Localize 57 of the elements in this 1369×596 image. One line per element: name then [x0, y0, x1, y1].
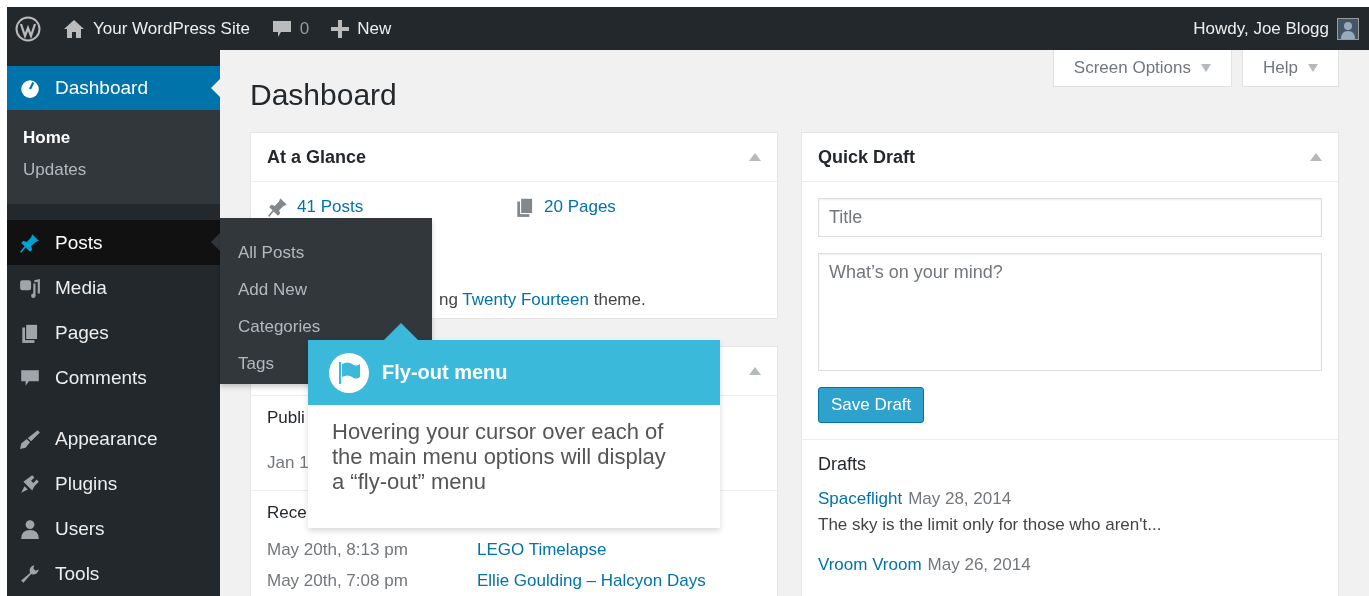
draft-date: May 28, 2014 — [908, 489, 1012, 509]
panel-title: Quick Draft — [818, 146, 916, 168]
post-link[interactable]: Ellie Goulding – Halcyon Days — [477, 571, 706, 591]
sidebar-item[interactable]: Tools — [7, 551, 220, 596]
collapse-arrow-icon[interactable] — [1310, 153, 1322, 161]
avatar-icon — [1337, 17, 1359, 40]
section-heading: Rece — [267, 503, 307, 523]
sidebar-item[interactable]: Plugins — [7, 461, 220, 506]
sidebar-item[interactable]: Users — [7, 506, 220, 551]
draft-date: May 26, 2014 — [927, 555, 1031, 575]
screen-options-button[interactable]: Screen Options — [1052, 50, 1233, 87]
sidebar-item[interactable]: Dashboard — [7, 66, 220, 110]
help-button[interactable]: Help — [1242, 50, 1339, 87]
title-input[interactable]: Title — [818, 198, 1322, 237]
submenu-item[interactable]: Home — [7, 122, 220, 154]
post-date: May 20th, 7:08 pm — [267, 571, 409, 591]
sidebar-item[interactable]: Appearance — [7, 416, 220, 461]
flyout-item[interactable]: All Posts — [220, 234, 323, 271]
post-link[interactable]: LEGO Timelapse — [477, 540, 607, 560]
posts-count-link[interactable]: 41 Posts — [297, 197, 364, 217]
plus-icon — [331, 19, 350, 38]
account-menu[interactable]: Howdy, Joe Blogg — [1193, 17, 1359, 40]
content-textarea[interactable]: What’s on your mind? — [818, 253, 1322, 371]
tooltip-title: Fly-out menu — [382, 361, 508, 384]
draft-link[interactable]: Vroom Vroom — [818, 555, 922, 575]
wordpress-logo-icon[interactable] — [15, 15, 41, 42]
draft-link[interactable]: Spaceflight — [818, 489, 903, 509]
caret-icon — [1308, 64, 1318, 72]
flyout-item[interactable]: Tags — [220, 345, 292, 382]
collapse-arrow-icon[interactable] — [749, 153, 761, 161]
post-date: Jan 1 — [267, 453, 309, 473]
post-date: May 20th, 8:13 pm — [267, 540, 409, 560]
pin-icon — [267, 196, 289, 218]
comments-link[interactable]: 0 — [271, 18, 310, 39]
site-name-link[interactable]: Your WordPress Site — [63, 18, 250, 39]
home-icon — [63, 18, 85, 39]
sidebar-item[interactable]: Pages — [7, 310, 220, 355]
flag-icon — [328, 351, 370, 394]
section-heading: Drafts — [818, 454, 867, 475]
sidebar-item[interactable]: Media — [7, 265, 220, 310]
theme-link[interactable]: Twenty Fourteen — [462, 290, 589, 309]
pages-count-link[interactable]: 20 Pages — [544, 197, 616, 217]
page-title: Dashboard — [250, 77, 397, 113]
comment-icon — [271, 18, 292, 39]
flyout-item[interactable]: Add New — [220, 271, 325, 308]
panel-title: At a Glance — [267, 146, 367, 168]
section-heading: Publi — [267, 408, 305, 428]
collapse-arrow-icon[interactable] — [749, 367, 761, 375]
draft-excerpt: The sky is the limit only for those who aren't... — [818, 515, 1163, 535]
sidebar-item[interactable]: Posts — [7, 220, 220, 265]
new-content-link[interactable]: New — [331, 18, 392, 39]
caret-icon — [1201, 64, 1212, 72]
flyout-item[interactable]: Categories — [220, 308, 339, 345]
pages-icon — [514, 196, 536, 218]
submenu-item[interactable]: Updates — [7, 154, 220, 186]
tooltip-text: Hovering your cursor over each of the main menu options will display a “fly-out” menu — [331, 418, 667, 496]
sidebar-item[interactable]: Comments — [7, 355, 220, 400]
